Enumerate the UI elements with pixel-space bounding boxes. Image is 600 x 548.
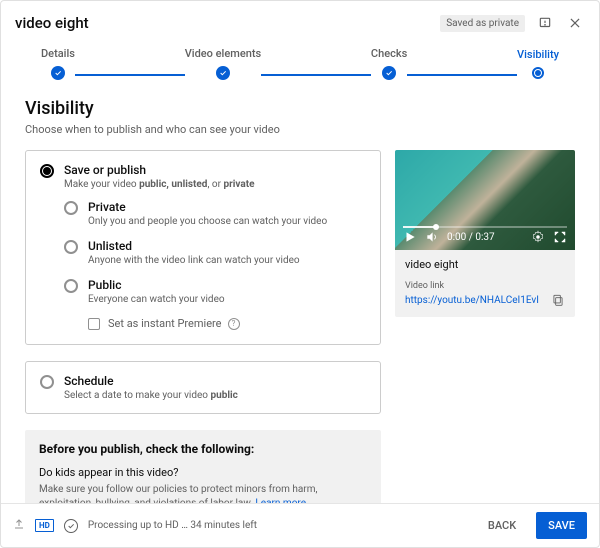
stepper: Details Video elements Checks Visibility (1, 41, 599, 98)
page-subtitle: Choose when to publish and who can see y… (25, 123, 575, 136)
upload-dialog: video eight Saved as private Details Vid… (0, 0, 600, 548)
close-icon[interactable] (565, 13, 585, 33)
save-button[interactable]: SAVE (536, 512, 587, 539)
save-publish-card: Save or publish Make your video public, … (25, 150, 381, 345)
step-visibility[interactable]: Visibility (517, 48, 559, 79)
save-publish-desc: Make your video public, unlisted, or pri… (64, 179, 255, 190)
radio-public[interactable]: Public Everyone can watch your video (64, 278, 366, 305)
fullscreen-icon[interactable] (553, 230, 567, 244)
play-icon[interactable] (403, 230, 417, 244)
radio-input[interactable] (64, 240, 78, 254)
upload-icon (13, 518, 25, 533)
back-button[interactable]: BACK (478, 513, 526, 538)
radio-unlisted[interactable]: Unlisted Anyone with the video link can … (64, 239, 366, 266)
notice-q1: Do kids appear in this video? (39, 466, 367, 479)
video-title: video eight (15, 14, 89, 32)
schedule-desc: Select a date to make your video public (64, 390, 238, 401)
notice-p1: Make sure you follow our policies to pro… (39, 483, 367, 503)
checkbox-input[interactable] (88, 318, 100, 330)
help-icon[interactable]: ? (228, 318, 240, 330)
playback-time: 0:00 / 0:37 (447, 232, 495, 243)
feedback-icon[interactable] (535, 13, 555, 33)
preview-title: video eight (405, 258, 565, 271)
video-link[interactable]: https://youtu.be/NHALCeI1EvI (405, 295, 539, 306)
radio-save-publish[interactable] (40, 164, 54, 178)
dialog-footer: HD Processing up to HD … 34 minutes left… (1, 503, 599, 547)
notice-heading: Before you publish, check the following: (39, 442, 367, 456)
step-line (261, 74, 371, 76)
processing-status: Processing up to HD … 34 minutes left (88, 520, 257, 531)
hd-badge: HD (35, 519, 54, 532)
saved-status-badge: Saved as private (440, 15, 525, 32)
publish-notice-card: Before you publish, check the following:… (25, 430, 381, 503)
premiere-checkbox[interactable]: Set as instant Premiere ? (88, 317, 366, 330)
video-thumbnail[interactable]: 0:00 / 0:37 (395, 150, 575, 250)
schedule-card: Schedule Select a date to make your vide… (25, 361, 381, 414)
link-label: Video link (405, 281, 565, 291)
dialog-content[interactable]: Visibility Choose when to publish and wh… (1, 98, 599, 503)
step-video-elements[interactable]: Video elements (185, 47, 261, 80)
header-actions: Saved as private (440, 13, 585, 33)
step-line (407, 74, 517, 76)
radio-input[interactable] (64, 201, 78, 215)
step-line (75, 74, 185, 76)
radio-private[interactable]: Private Only you and people you choose c… (64, 200, 366, 227)
schedule-radio[interactable]: Schedule Select a date to make your vide… (40, 374, 366, 401)
copy-icon[interactable] (551, 293, 565, 307)
radio-input[interactable] (40, 375, 54, 389)
video-preview: 0:00 / 0:37 video eight Video link https… (395, 150, 575, 317)
page-title: Visibility (25, 98, 575, 119)
step-details[interactable]: Details (41, 47, 75, 80)
checks-complete-icon (64, 519, 78, 533)
volume-icon[interactable] (425, 230, 439, 244)
dialog-header: video eight Saved as private (1, 1, 599, 41)
step-checks[interactable]: Checks (371, 47, 407, 80)
radio-input[interactable] (64, 279, 78, 293)
save-publish-radio[interactable]: Save or publish Make your video public, … (40, 163, 366, 190)
settings-icon[interactable] (531, 230, 545, 244)
